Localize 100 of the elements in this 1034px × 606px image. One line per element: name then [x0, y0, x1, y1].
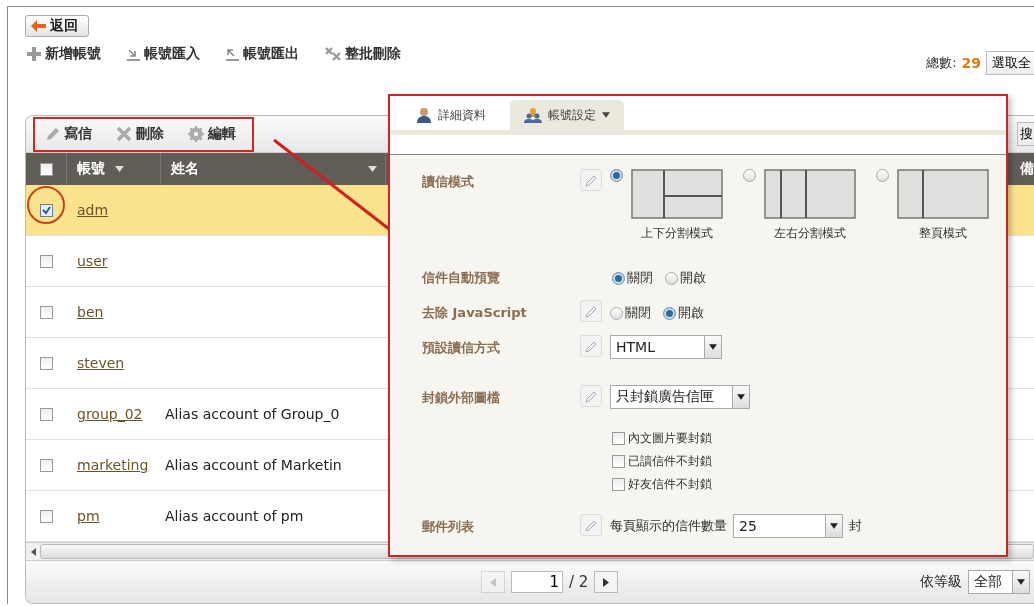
account-link[interactable]: ben: [67, 304, 161, 320]
checkbox[interactable]: [40, 356, 53, 370]
checkbox[interactable]: [40, 254, 53, 268]
checkbox[interactable]: [40, 305, 53, 319]
column-header[interactable]: 備: [1020, 160, 1034, 178]
account-link[interactable]: marketing: [67, 457, 161, 473]
tab[interactable]: 詳細資料: [402, 100, 500, 130]
pencil-icon: [45, 126, 60, 142]
toolbar-action[interactable]: 帳號匯入: [127, 45, 200, 63]
radio[interactable]: [663, 306, 676, 320]
account-link[interactable]: group_02: [67, 406, 161, 422]
radio[interactable]: [610, 169, 623, 182]
radio-option[interactable]: 關閉: [610, 304, 651, 322]
radio-option[interactable]: 開啟: [663, 304, 704, 322]
select-all-button[interactable]: 選取全: [986, 51, 1034, 75]
setting-label: 信件自動預覽: [422, 269, 501, 287]
checkbox-option[interactable]: 內文圖片要封鎖: [612, 430, 1006, 447]
total-count: 29: [961, 55, 981, 71]
checkbox[interactable]: [612, 478, 625, 491]
pencil-icon: [584, 173, 598, 187]
caret-icon: [602, 112, 610, 118]
export-icon: [226, 47, 239, 61]
pencil-icon: [584, 339, 598, 353]
radio-option[interactable]: 開啟: [665, 269, 706, 287]
page-field[interactable]: 1: [511, 571, 563, 593]
search-button[interactable]: 搜: [1017, 122, 1034, 146]
level-select[interactable]: 全部: [968, 570, 1030, 594]
cross-icon: [116, 126, 132, 142]
radio[interactable]: [665, 271, 678, 285]
grid-action[interactable]: 寫信: [45, 125, 92, 143]
account-link[interactable]: steven: [67, 355, 161, 371]
column-header[interactable]: 姓名: [171, 160, 199, 178]
checkbox[interactable]: [612, 432, 625, 445]
edit-button[interactable]: [580, 335, 602, 357]
setting-label: 去除 JavaScript: [422, 304, 528, 322]
radio[interactable]: [743, 169, 756, 182]
triangle-left-icon: [490, 577, 496, 587]
field-label: 每頁顯示的信件數量: [610, 517, 727, 535]
total-label: 總數:: [926, 54, 957, 72]
columns-layout-icon: [764, 169, 856, 219]
checkbox-option[interactable]: 好友信件不封鎖: [612, 476, 1006, 493]
account-link[interactable]: adm: [67, 202, 161, 218]
triangle-right-icon: [603, 577, 610, 587]
table-cell-text: Alias account of Group_0: [164, 406, 340, 422]
layout-caption: 上下分割模式: [641, 225, 713, 242]
split-layout-icon: [631, 169, 723, 219]
import-icon: [127, 47, 140, 61]
grid-action[interactable]: 刪除: [116, 125, 164, 143]
setting-label: 讀信模式: [422, 173, 475, 191]
caret-icon: [830, 523, 838, 529]
radio-option[interactable]: 關閉: [612, 269, 653, 287]
count-select[interactable]: 25: [733, 514, 843, 538]
person-icon: [416, 107, 432, 123]
account-link[interactable]: pm: [67, 508, 161, 524]
caret-icon: [115, 166, 124, 172]
table-cell-text: Alias account of pm: [164, 508, 304, 524]
pencil-icon: [584, 389, 598, 403]
pencil-icon: [584, 304, 598, 318]
radio[interactable]: [610, 306, 623, 320]
checkbox[interactable]: [40, 458, 53, 472]
select-field[interactable]: 只封鎖廣告信匣: [610, 385, 750, 409]
toolbar-action[interactable]: 新增帳號: [27, 45, 101, 63]
sidebar-layout-icon: [897, 169, 989, 219]
select-all-checkbox[interactable]: [39, 162, 53, 176]
scroll-left-icon[interactable]: [30, 547, 36, 556]
caret-icon: [1017, 579, 1025, 585]
caret-icon: [709, 344, 717, 350]
next-page-button[interactable]: [594, 571, 619, 593]
multi-cross-icon: [325, 47, 341, 61]
edit-button[interactable]: [580, 514, 602, 536]
toolbar-action[interactable]: 整批刪除: [325, 45, 401, 63]
setting-label: 郵件列表: [422, 518, 475, 536]
radio[interactable]: [876, 169, 889, 182]
column-header[interactable]: 帳號: [77, 160, 105, 178]
toolbar-action[interactable]: 帳號匯出: [226, 45, 299, 63]
filter-label: 依等級: [920, 573, 962, 591]
tab[interactable]: 帳號設定: [510, 100, 624, 130]
edit-button[interactable]: [580, 385, 602, 407]
back-button[interactable]: 返回: [25, 15, 89, 37]
setting-label: 預設讀信方式: [422, 339, 501, 357]
radio[interactable]: [612, 271, 625, 285]
select-field[interactable]: HTML: [610, 335, 722, 359]
edit-button[interactable]: [580, 300, 602, 322]
checkbox[interactable]: [40, 203, 53, 217]
layout-caption: 左右分割模式: [774, 225, 846, 242]
checkbox[interactable]: [40, 407, 53, 421]
checkbox-option[interactable]: 已讀信件不封鎖: [612, 453, 1006, 470]
table-cell-text: Alias account of Marketin: [164, 457, 342, 473]
grid-action[interactable]: 編輯: [188, 125, 236, 143]
caret-icon: [368, 166, 377, 172]
previous-page-button[interactable]: [481, 571, 505, 593]
layout-caption: 整頁模式: [919, 225, 967, 242]
checkbox[interactable]: [40, 509, 53, 523]
arrow-left-icon: [31, 20, 46, 32]
account-link[interactable]: user: [67, 253, 161, 269]
checkbox[interactable]: [612, 455, 625, 468]
page-count: / 2: [569, 573, 589, 591]
caret-icon: [737, 394, 745, 400]
edit-button[interactable]: [580, 169, 602, 191]
highlight-circle: [27, 186, 65, 224]
